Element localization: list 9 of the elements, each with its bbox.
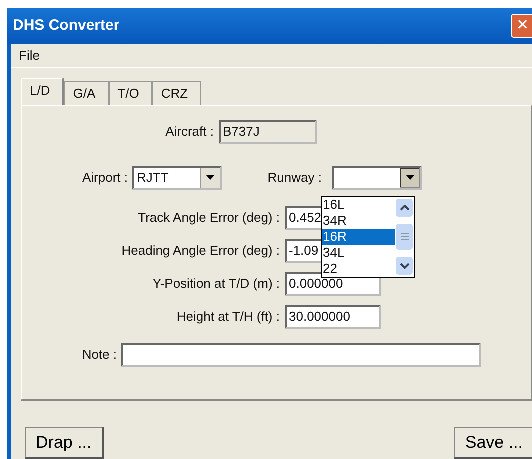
field-label: Heading Angle Error (deg) : [120,242,280,260]
aircraft-label: Aircraft : [164,122,214,141]
field-label: Track Angle Error (deg) : [137,208,280,227]
field-label: Y-Position at T/D (m) : [152,274,280,293]
airport-label: Airport : [81,168,128,187]
field-label: Height at T/H (ft) : [176,308,280,326]
note-label: Note : [81,346,117,364]
window-title: DHS Converter [13,16,120,36]
runway-label: Runway : [266,168,322,187]
